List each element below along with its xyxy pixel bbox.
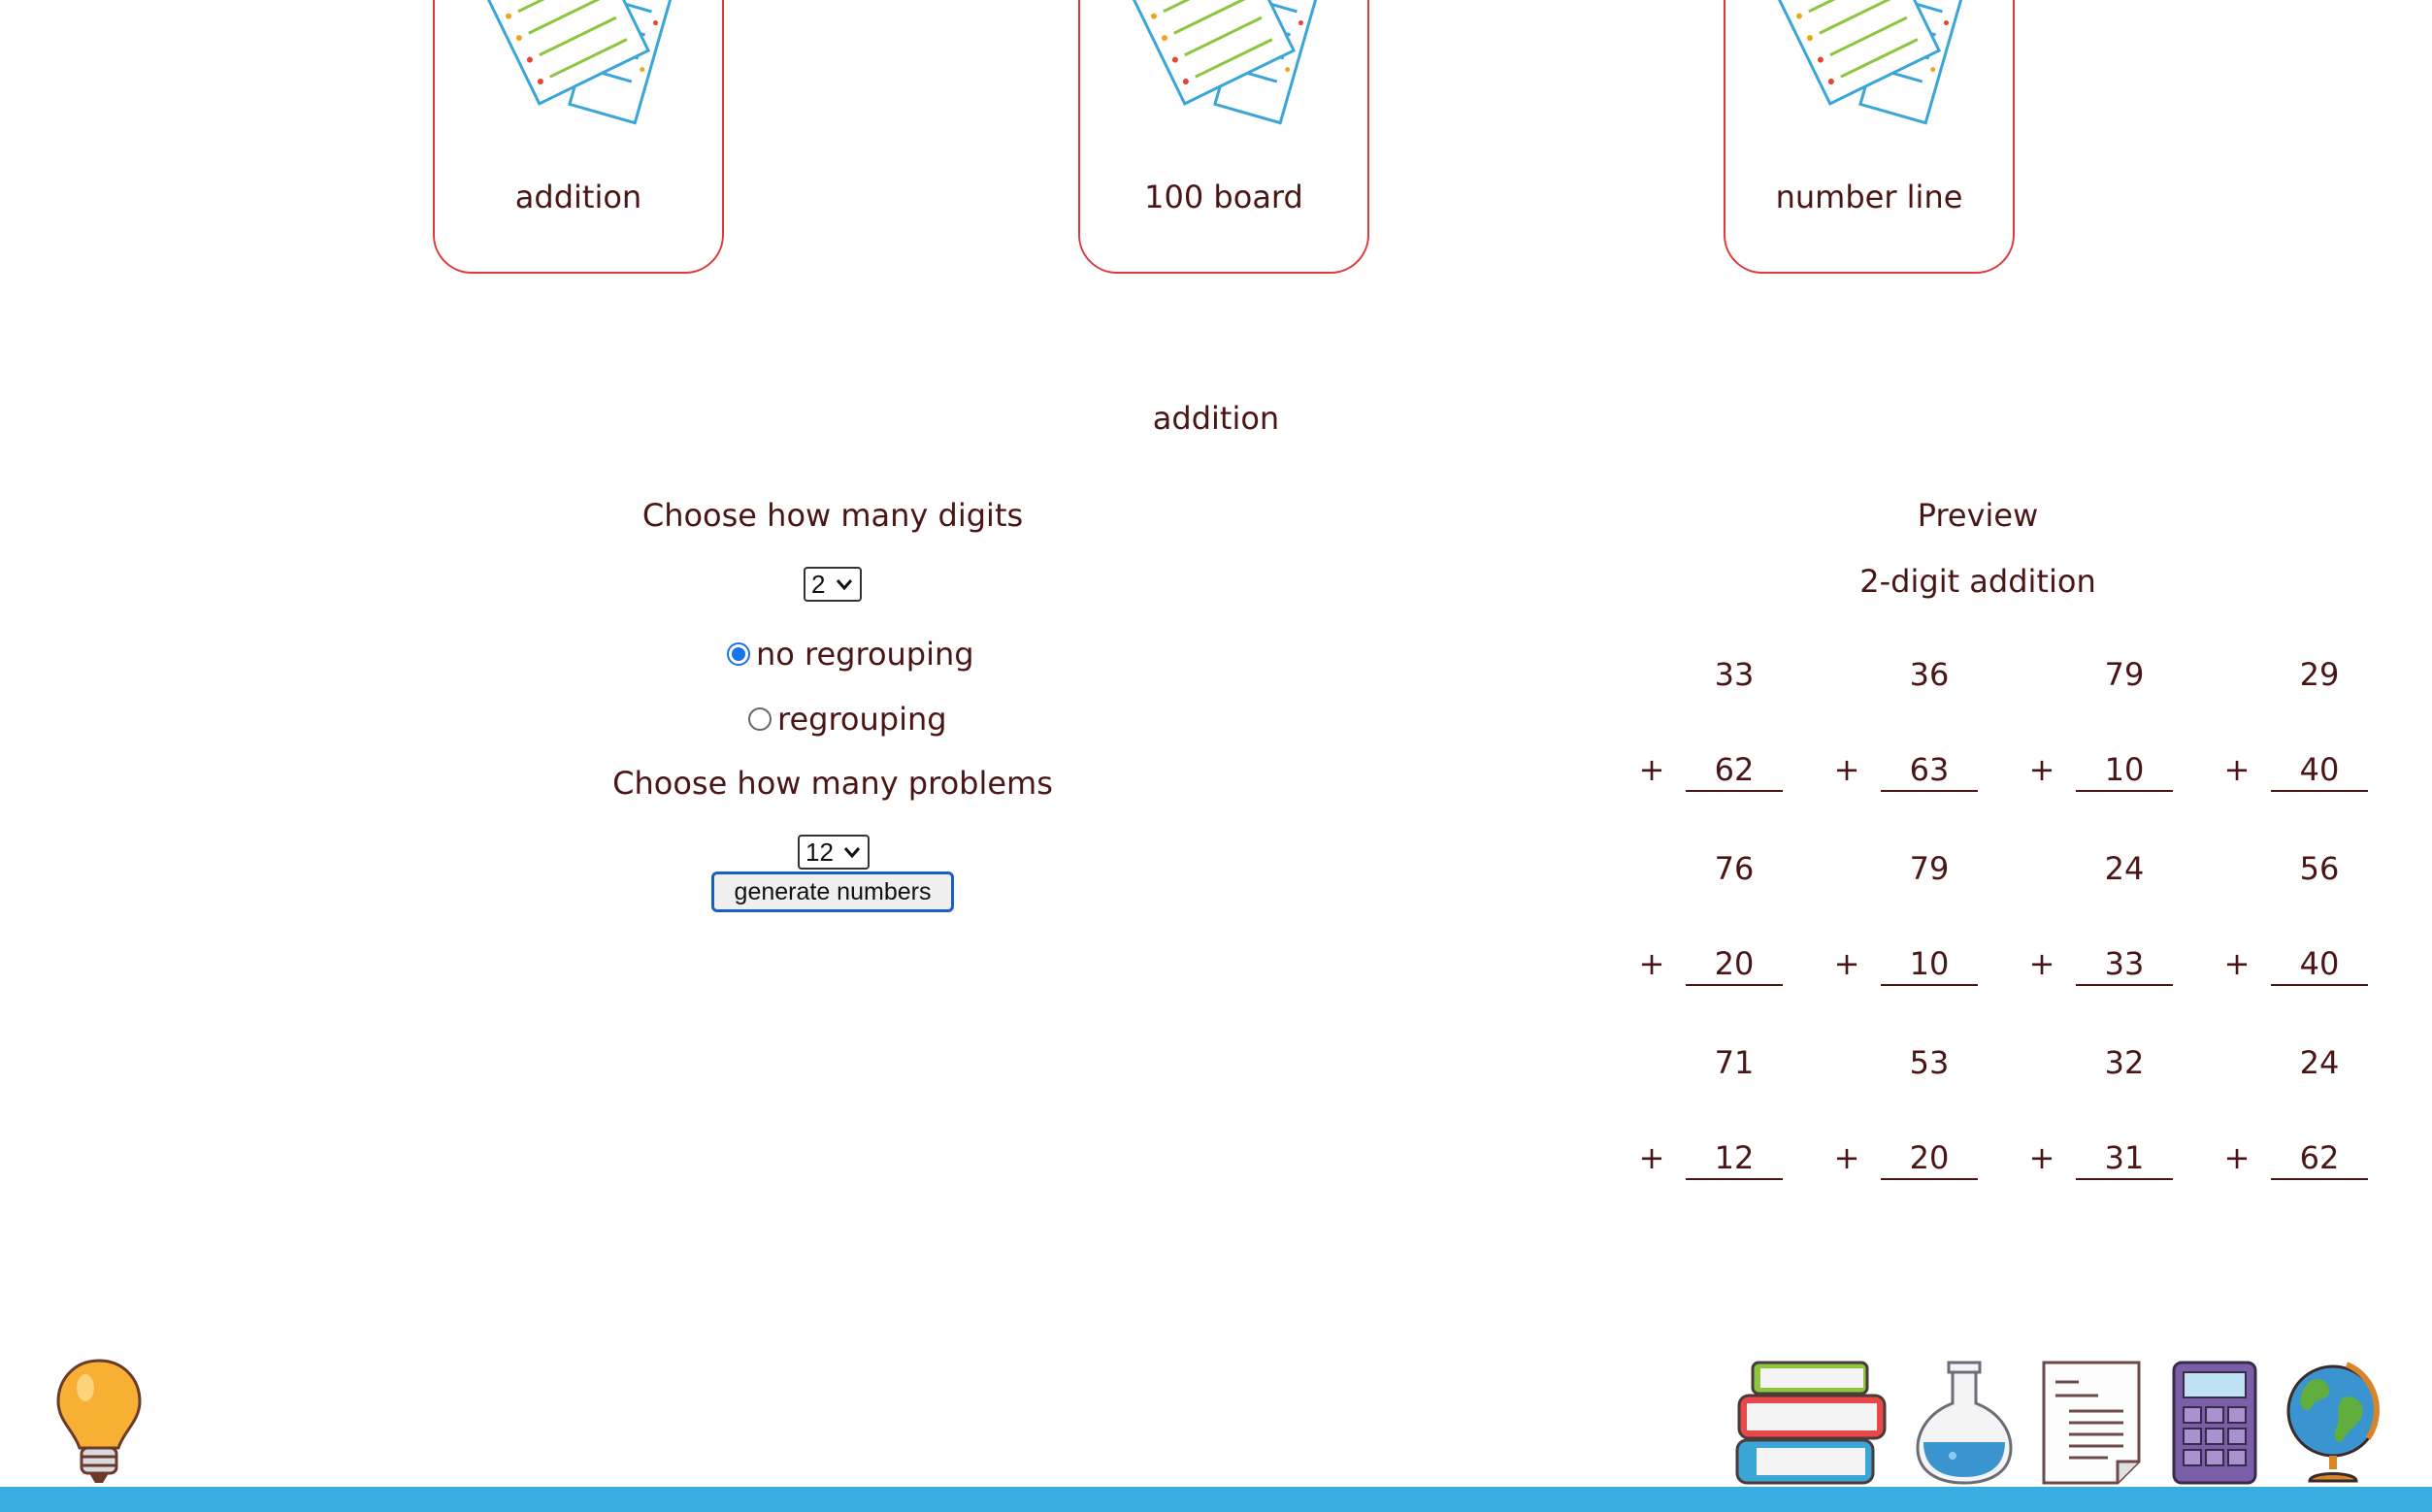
plus-sign: + — [1833, 751, 1860, 788]
radio-regrouping[interactable]: regrouping — [748, 701, 947, 738]
problem-bottom-number: 62 — [2271, 1139, 2368, 1180]
card-addition[interactable]: addition — [433, 0, 724, 274]
books-icon — [1735, 1361, 1887, 1485]
problem-top-number: 24 — [2104, 850, 2145, 887]
plus-sign: + — [2028, 1139, 2055, 1176]
problem-bottom-number: 33 — [2076, 945, 2173, 986]
card-number-line[interactable]: number line — [1724, 0, 2015, 274]
plus-sign: + — [2223, 751, 2251, 788]
problems-label: Choose how many problems — [612, 765, 1053, 802]
card-label: addition — [514, 179, 642, 215]
card-label: 100 board — [1144, 179, 1303, 215]
problem-bottom-number: 20 — [1881, 1139, 1978, 1180]
problem-top-number: 33 — [1714, 656, 1755, 693]
problem-top-number: 24 — [2299, 1044, 2340, 1081]
worksheet-icon — [1764, 0, 1965, 125]
radio-button[interactable] — [748, 707, 772, 731]
radio-label: no regrouping — [756, 636, 974, 673]
problem-bottom-number: 63 — [1881, 751, 1978, 792]
digits-select[interactable]: 2 — [804, 567, 862, 602]
problem-bottom-number: 40 — [2271, 945, 2368, 986]
radio-button-checked[interactable] — [727, 642, 750, 666]
plus-sign: + — [2028, 945, 2055, 982]
worksheet-icon — [1119, 0, 1320, 125]
problem-bottom-number: 10 — [2076, 751, 2173, 792]
problem-bottom-number: 20 — [1686, 945, 1783, 986]
radio-no-regrouping[interactable]: no regrouping — [727, 636, 974, 673]
problem-top-number: 53 — [1909, 1044, 1950, 1081]
problems-select-value: 12 — [805, 837, 834, 867]
problem-top-number: 79 — [2104, 656, 2145, 693]
preview-subtitle: 2-digit addition — [1859, 563, 2096, 600]
chevron-down-icon — [843, 847, 861, 859]
problem-bottom-number: 10 — [1881, 945, 1978, 986]
problem-bottom-number: 62 — [1686, 751, 1783, 792]
plus-sign: + — [1833, 945, 1860, 982]
calculator-icon — [2172, 1361, 2257, 1485]
digits-label: Choose how many digits — [641, 497, 1024, 534]
problems-select[interactable]: 12 — [798, 835, 870, 870]
globe-icon — [2286, 1362, 2380, 1483]
plus-sign: + — [1638, 1139, 1665, 1176]
radio-label: regrouping — [777, 701, 947, 738]
problem-bottom-number: 12 — [1686, 1139, 1783, 1180]
problem-bottom-number: 31 — [2076, 1139, 2173, 1180]
problem-top-number: 36 — [1909, 656, 1950, 693]
preview-title: Preview — [1917, 497, 2039, 534]
problem-top-number: 76 — [1714, 850, 1755, 887]
problem-top-number: 71 — [1714, 1044, 1755, 1081]
problem-top-number: 29 — [2299, 656, 2340, 693]
plus-sign: + — [1638, 945, 1665, 982]
chevron-down-icon — [836, 579, 853, 591]
plus-sign: + — [1833, 1139, 1860, 1176]
plus-sign: + — [2223, 1139, 2251, 1176]
problem-top-number: 32 — [2104, 1044, 2145, 1081]
worksheet-icon — [474, 0, 674, 125]
problem-bottom-number: 40 — [2271, 751, 2368, 792]
generate-numbers-button[interactable]: generate numbers — [711, 871, 954, 912]
plus-sign: + — [2028, 751, 2055, 788]
footer-bar — [0, 1487, 2432, 1512]
problem-top-number: 79 — [1909, 850, 1950, 887]
lightbulb-icon — [56, 1359, 142, 1483]
digits-select-value: 2 — [811, 569, 826, 599]
section-title: addition — [1152, 400, 1280, 437]
plus-sign: + — [1638, 751, 1665, 788]
flask-icon — [1916, 1361, 2013, 1485]
card-100-board[interactable]: 100 board — [1078, 0, 1369, 274]
card-label: number line — [1775, 179, 1963, 215]
problem-top-number: 56 — [2299, 850, 2340, 887]
plus-sign: + — [2223, 945, 2251, 982]
document-icon — [2042, 1361, 2141, 1485]
